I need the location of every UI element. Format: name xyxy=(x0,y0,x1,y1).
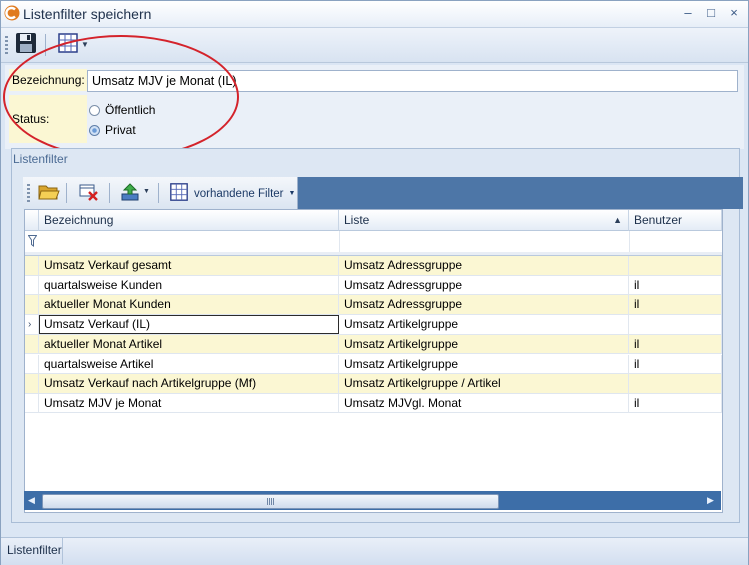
export-arrow-icon xyxy=(119,182,141,205)
toolbar-separator xyxy=(158,183,159,203)
cell-benutzer[interactable]: il xyxy=(629,334,722,354)
table-row[interactable]: › Umsatz Verkauf (IL) Umsatz Artikelgruppe xyxy=(25,315,722,335)
delete-x-icon xyxy=(78,182,100,205)
filter-cell-liste[interactable] xyxy=(339,231,630,252)
column-header-liste-label: Liste xyxy=(344,213,370,227)
close-button[interactable]: × xyxy=(725,4,743,22)
cell-bezeichnung[interactable]: Umsatz MJV je Monat xyxy=(39,393,339,413)
cell-liste[interactable]: Umsatz Artikelgruppe xyxy=(339,354,629,374)
tab-listenfilter[interactable]: Listenfilter xyxy=(1,538,63,564)
cell-bezeichnung[interactable]: Umsatz Verkauf gesamt xyxy=(39,256,339,275)
cell-benutzer[interactable]: il xyxy=(629,393,722,413)
cell-bezeichnung[interactable]: Umsatz Verkauf nach Artikelgruppe (Mf) xyxy=(39,374,339,394)
floppy-disk-icon xyxy=(15,32,37,57)
scroll-left-icon[interactable]: ◀ xyxy=(28,495,35,506)
table-row[interactable]: Umsatz MJV je Monat Umsatz MJVgl. Monat il xyxy=(25,393,722,414)
cell-bezeichnung[interactable]: aktueller Monat Kunden xyxy=(39,295,339,315)
chevron-down-icon[interactable]: ▼ xyxy=(143,188,150,195)
cell-benutzer[interactable]: il xyxy=(629,275,722,295)
grid-layout-icon xyxy=(169,182,189,205)
cell-benutzer[interactable] xyxy=(629,256,722,275)
cell-liste[interactable]: Umsatz Adressgruppe xyxy=(339,256,629,275)
toolbar-grip[interactable] xyxy=(5,36,8,54)
cell-liste[interactable]: Umsatz Artikelgruppe / Artikel xyxy=(339,374,629,394)
vorhandene-filter-label: vorhandene Filter xyxy=(194,187,284,200)
cell-bezeichnung[interactable]: quartalsweise Kunden xyxy=(39,275,339,295)
folder-open-icon xyxy=(38,182,60,205)
row-header-cell[interactable] xyxy=(25,275,39,295)
table-row[interactable]: aktueller Monat Kunden Umsatz Adressgrupp… xyxy=(25,295,722,315)
cell-bezeichnung[interactable]: aktueller Monat Artikel xyxy=(39,334,339,354)
delete-filter-button[interactable] xyxy=(76,180,102,206)
cell-bezeichnung[interactable]: Umsatz Verkauf (IL) xyxy=(39,315,339,335)
column-header-benutzer[interactable]: Benutzer xyxy=(629,210,722,231)
filter-funnel-icon[interactable] xyxy=(27,235,38,250)
row-header-cell[interactable] xyxy=(25,334,39,354)
title-bar: Listenfilter speichern – □ × xyxy=(1,1,748,28)
row-header-cell[interactable] xyxy=(25,256,39,275)
cell-liste[interactable]: Umsatz Artikelgruppe xyxy=(339,315,629,335)
column-header-liste[interactable]: Liste ▲ xyxy=(339,210,629,231)
filter-row xyxy=(25,231,722,253)
filter-cell-bezeichnung[interactable] xyxy=(39,231,340,252)
toolbar-grip[interactable] xyxy=(27,184,30,202)
scroll-right-icon[interactable]: ▶ xyxy=(707,495,714,506)
cell-liste[interactable]: Umsatz Adressgruppe xyxy=(339,295,629,315)
row-header-cell[interactable] xyxy=(25,295,39,315)
highlight-ellipse xyxy=(3,35,239,159)
restore-button[interactable]: □ xyxy=(702,4,720,22)
cell-bezeichnung[interactable]: quartalsweise Artikel xyxy=(39,354,339,374)
filter-cell-benutzer[interactable] xyxy=(629,231,722,252)
thumb-grip xyxy=(267,498,274,505)
export-button[interactable] xyxy=(117,180,143,206)
cell-liste[interactable]: Umsatz Artikelgruppe xyxy=(339,334,629,354)
cell-benutzer[interactable] xyxy=(629,315,722,335)
row-header-cell[interactable] xyxy=(25,354,39,374)
group-title: Listenfilter xyxy=(13,152,68,166)
table-row[interactable]: quartalsweise Artikel Umsatz Artikelgrupp… xyxy=(25,354,722,374)
table-row[interactable]: aktueller Monat Artikel Umsatz Artikelgru… xyxy=(25,334,722,355)
horizontal-scrollbar[interactable]: ◀ ▶ xyxy=(24,491,721,510)
cell-liste[interactable]: Umsatz Adressgruppe xyxy=(339,275,629,295)
chevron-down-icon: ▼ xyxy=(288,190,296,197)
row-header-corner xyxy=(25,210,39,231)
cell-benutzer[interactable]: il xyxy=(629,295,722,315)
column-header-bezeichnung[interactable]: Bezeichnung xyxy=(39,210,339,231)
table-row[interactable]: Umsatz Verkauf nach Artikelgruppe (Mf) Um… xyxy=(25,374,722,394)
filter-grid: Bezeichnung Liste ▲ Benutzer Umsatz Verk… xyxy=(24,209,723,513)
status-bar: Listenfilter xyxy=(1,537,748,565)
grid-toolbar: ▼ vorhandene Filter ▼ xyxy=(23,177,298,209)
table-row[interactable]: Umsatz Verkauf gesamt Umsatz Adressgruppe xyxy=(25,256,722,276)
toolbar-separator xyxy=(66,183,67,203)
minimize-button[interactable]: – xyxy=(679,4,697,22)
cell-benutzer[interactable]: il xyxy=(629,354,722,374)
dialog-window: Listenfilter speichern – □ × ▼ Bezeichnu… xyxy=(0,0,749,565)
app-logo-icon xyxy=(4,5,20,21)
cell-benutzer[interactable] xyxy=(629,374,722,394)
sort-ascending-icon: ▲ xyxy=(613,215,622,225)
row-header-cell[interactable] xyxy=(25,393,39,413)
open-filter-button[interactable] xyxy=(36,180,62,206)
current-row-indicator-icon[interactable]: › xyxy=(25,315,39,335)
cell-liste[interactable]: Umsatz MJVgl. Monat xyxy=(339,393,629,413)
window-title: Listenfilter speichern xyxy=(23,6,152,22)
grid-body: Umsatz Verkauf gesamt Umsatz Adressgruppe… xyxy=(25,256,722,496)
scrollbar-thumb[interactable] xyxy=(42,494,499,509)
table-row[interactable]: quartalsweise Kunden Umsatz Adressgruppe i… xyxy=(25,275,722,296)
row-header-cell[interactable] xyxy=(25,374,39,394)
vorhandene-filter-dropdown[interactable]: vorhandene Filter ▼ xyxy=(169,182,295,205)
toolbar-separator xyxy=(109,183,110,203)
